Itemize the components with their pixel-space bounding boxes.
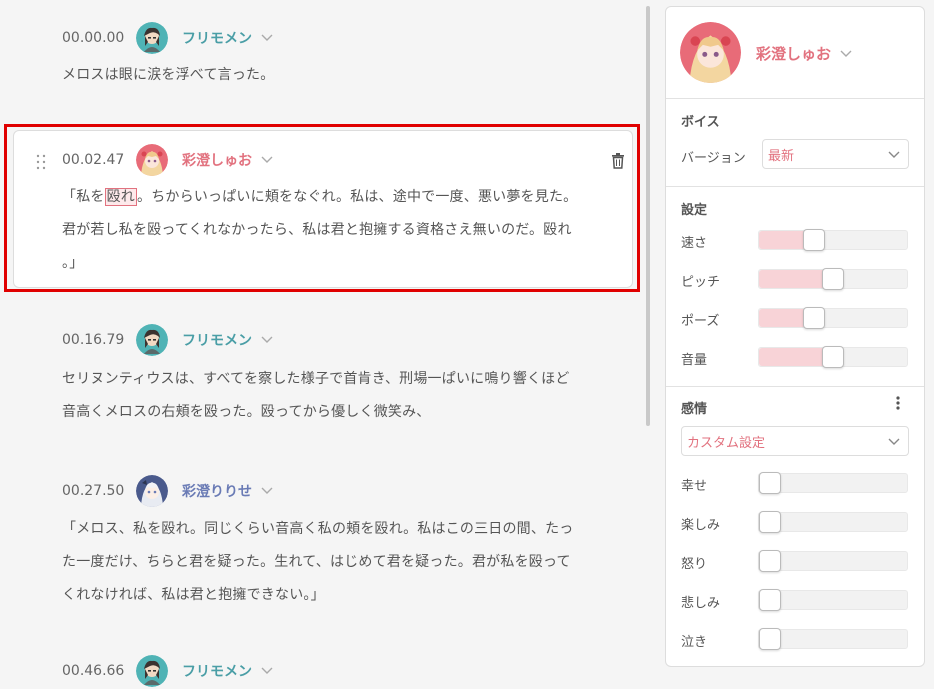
chevron-down-icon[interactable] — [260, 664, 274, 678]
timestamp: 00.46.66 — [62, 663, 125, 679]
furimomen-avatar — [136, 22, 168, 54]
slider-thumb[interactable] — [759, 472, 781, 494]
speaker-name[interactable]: フリモメン — [182, 661, 252, 681]
slider-track[interactable] — [758, 346, 908, 368]
slider-thumb[interactable] — [803, 229, 825, 251]
text-line: セリヌンティウスは、すべてを察した様子で首肯き、刑場一ぱいに鳴り響くほど — [62, 371, 570, 387]
text-line: 「メロス、私を殴れ。同じくらい音高く私の頬を殴れ。私はこの三日の間、たっ — [62, 521, 574, 537]
voice-section-title: ボイス — [681, 115, 720, 130]
slider-track[interactable] — [758, 307, 908, 329]
text-line: くれなければ、私は君と抱擁できない。」 — [62, 587, 325, 603]
timestamp: 00.16.79 — [62, 332, 125, 348]
emotion-preset-select[interactable]: カスタム設定 — [681, 426, 909, 456]
highlighted-word[interactable]: 殴れ — [104, 188, 138, 206]
chevron-down-icon[interactable] — [260, 153, 274, 167]
furimomen-avatar — [136, 324, 168, 356]
settings-section-title: 設定 — [681, 203, 708, 218]
dialogue-timeline: 00.00.00 フリモメン メロスは眼に涙を浮べて言った。 00.02.47 … — [0, 0, 646, 689]
version-select[interactable]: 最新 — [762, 139, 909, 169]
chevron-down-icon[interactable] — [260, 333, 274, 347]
furimomen-avatar — [136, 655, 168, 687]
slider-label: ピッチ — [681, 275, 721, 290]
slider-label: 幸せ — [681, 479, 708, 494]
dialogue-text[interactable]: 「メロス、私を殴れ。同じくらい音高く私の頬を殴れ。私はこの三日の間、たっ た一度… — [62, 513, 627, 612]
slider-thumb[interactable] — [822, 268, 844, 290]
dialogue-text[interactable]: セリヌンティウスは、すべてを察した様子で首肯き、刑場一ぱいに鳴り響くほど 音高く… — [62, 363, 627, 429]
speaker-name[interactable]: フリモメン — [182, 330, 252, 350]
more-options-icon[interactable] — [894, 396, 902, 412]
ayasumi-ririse-avatar — [136, 475, 168, 507]
slider-label: 泣き — [681, 635, 708, 650]
ayasumi-shuo-avatar — [680, 22, 741, 83]
slider-thumb[interactable] — [822, 346, 844, 368]
divider — [666, 386, 924, 387]
slider-track[interactable] — [758, 229, 908, 251]
entry-header: 00.46.66 フリモメン — [62, 655, 274, 687]
version-value: 最新 — [768, 148, 795, 164]
slider-track[interactable] — [758, 511, 908, 533]
text-line: 「私を 殴れ 。ちからいっぱいに頬をなぐれ。私は、途中で一度、悪い夢を見た。 — [62, 188, 578, 206]
slider-label: 楽しみ — [681, 518, 721, 533]
timestamp: 00.27.50 — [62, 483, 125, 499]
speaker-name: 彩澄しゅお — [756, 45, 832, 63]
divider — [666, 186, 924, 187]
panel-header: 彩澄しゅお — [666, 7, 924, 99]
entry-header: 00.27.50 彩澄りりせ — [62, 475, 274, 507]
trash-icon[interactable] — [608, 151, 628, 171]
chevron-down-icon[interactable] — [260, 31, 274, 45]
entry-header: 00.00.00 フリモメン — [62, 22, 274, 54]
slider-thumb[interactable] — [759, 628, 781, 650]
slider-label: 音量 — [681, 353, 708, 368]
speaker-name[interactable]: 彩澄しゅお — [182, 150, 252, 170]
voice-settings-panel: 彩澄しゅお ボイス バージョン 最新 設定 速さピッチポーズ音量 感情 カスタム… — [665, 6, 925, 667]
slider-track[interactable] — [758, 550, 908, 572]
chevron-down-icon — [888, 148, 900, 160]
text-line: 君が若し私を殴ってくれなかったら、私は君と抱擁する資格さえ無いのだ。殴れ — [62, 222, 572, 238]
timestamp: 00.02.47 — [62, 152, 125, 168]
dialogue-text[interactable]: 「私を 殴れ 。ちからいっぱいに頬をなぐれ。私は、途中で一度、悪い夢を見た。 君が若… — [62, 181, 627, 280]
timestamp: 00.00.00 — [62, 30, 125, 46]
ayasumi-shuo-avatar — [136, 144, 168, 176]
slider-label: 悲しみ — [681, 596, 721, 611]
text-line: メロスは眼に涙を浮べて言った。 — [62, 67, 275, 83]
speaker-name[interactable]: 彩澄りりせ — [182, 481, 252, 501]
slider-track[interactable] — [758, 589, 908, 611]
chevron-down-icon — [888, 435, 900, 447]
entry-header: 00.02.47 彩澄しゅお — [62, 144, 274, 176]
emotion-preset-value: カスタム設定 — [687, 435, 766, 451]
speaker-select[interactable]: 彩澄しゅお — [756, 43, 853, 64]
slider-label: 怒り — [681, 557, 708, 572]
slider-track[interactable] — [758, 472, 908, 494]
slider-label: 速さ — [681, 236, 708, 251]
dialogue-text[interactable]: メロスは眼に涙を浮べて言った。 — [62, 59, 627, 92]
slider-thumb[interactable] — [759, 589, 781, 611]
text-line: 。」 — [62, 255, 84, 271]
chevron-down-icon — [839, 47, 853, 61]
entry-header: 00.16.79 フリモメン — [62, 324, 274, 356]
slider-thumb[interactable] — [759, 511, 781, 533]
emotion-section-title: 感情 — [681, 402, 708, 417]
timeline-scrollbar[interactable] — [646, 6, 650, 426]
drag-handle-icon[interactable] — [36, 153, 46, 171]
chevron-down-icon[interactable] — [260, 484, 274, 498]
speaker-name[interactable]: フリモメン — [182, 28, 252, 48]
slider-thumb[interactable] — [803, 307, 825, 329]
slider-track[interactable] — [758, 628, 908, 650]
slider-label: ポーズ — [681, 314, 720, 329]
slider-track[interactable] — [758, 268, 908, 290]
text-line: た一度だけ、ちらと君を疑った。生れて、はじめて君を疑った。君が私を殴って — [62, 554, 571, 570]
version-label: バージョン — [681, 151, 746, 166]
slider-thumb[interactable] — [759, 550, 781, 572]
text-line: 音高くメロスの右頬を殴った。殴ってから優しく微笑み、 — [62, 404, 431, 420]
